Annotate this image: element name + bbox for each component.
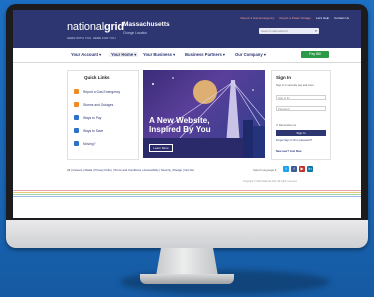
- savings-icon: [74, 128, 79, 133]
- quick-link-save[interactable]: Ways to Save: [74, 128, 103, 133]
- storm-icon: [74, 102, 79, 107]
- search-icon[interactable]: ⌕: [313, 28, 319, 34]
- copyright: Copyright © 2022 National Grid. All righ…: [243, 180, 298, 183]
- footer-stripe-red: [13, 190, 361, 191]
- sign-in-button[interactable]: Sign In: [276, 130, 326, 136]
- truck-icon: [74, 141, 79, 146]
- tagline: HERE WITH YOU. HERE FOR YOU.: [67, 36, 117, 40]
- social-icons: t f ▶ in: [283, 166, 313, 172]
- linkedin-icon[interactable]: in: [307, 166, 313, 172]
- payment-icon: [74, 115, 79, 120]
- hero-title: A New Website, Inspired By You: [149, 116, 211, 134]
- nav-business-partners[interactable]: Business Partners ▾: [185, 52, 225, 57]
- monitor-screen: nationalgrid HERE WITH YOU. HERE FOR YOU…: [13, 10, 361, 218]
- search-input[interactable]: Search nationalGrid: [259, 28, 319, 34]
- site-header: nationalgrid HERE WITH YOU. HERE FOR YOU…: [13, 10, 361, 48]
- join-now-link[interactable]: New user? Join Now: [276, 150, 301, 153]
- monitor-stand-base: [140, 274, 234, 284]
- region-title: Massachusetts: [123, 21, 170, 28]
- nav-your-account[interactable]: Your Account ▾: [71, 52, 101, 57]
- pay-bill-button[interactable]: Pay Bill: [301, 51, 329, 58]
- nav-our-company[interactable]: Our Company ▾: [235, 52, 266, 57]
- footer-stripe-blue: [13, 196, 361, 197]
- main-nav: Your Account ▾ Your Home ▾ Your Business…: [13, 48, 361, 63]
- quick-link-storms[interactable]: Storms and Outages: [74, 102, 113, 107]
- remember-me-checkbox[interactable]: ☐ Remember me: [276, 124, 296, 127]
- sign-in-panel: Sign In Sign in to securely pay and more…: [271, 70, 331, 160]
- contact-link[interactable]: Contact Us: [334, 16, 349, 20]
- site-logo[interactable]: nationalgrid: [67, 21, 124, 33]
- sign-in-description: Sign in to securely pay and more: [276, 84, 314, 87]
- footer-stripe-yellow: [13, 192, 361, 193]
- quick-link-moving[interactable]: Moving?: [74, 141, 95, 146]
- sign-in-title: Sign In: [276, 75, 291, 80]
- monitor-chin: [6, 220, 368, 248]
- footer-links[interactable]: All | Careers | Media | Privacy Policy |…: [67, 168, 194, 172]
- power-outage-link[interactable]: Report a Power Outage: [279, 16, 311, 20]
- sign-in-id-field[interactable]: Sign In ID: [276, 95, 326, 100]
- facebook-icon[interactable]: f: [291, 166, 297, 172]
- twitter-icon[interactable]: t: [283, 166, 289, 172]
- password-field[interactable]: Password: [276, 106, 326, 111]
- forgot-link[interactable]: Forgot Sign In ID or password?: [276, 139, 312, 142]
- nav-your-home[interactable]: Your Home ▾: [109, 52, 139, 57]
- learn-more-button[interactable]: Learn More: [149, 144, 173, 152]
- quick-link-pay[interactable]: Ways to Pay: [74, 115, 101, 120]
- quick-link-gas-emergency[interactable]: Report a Gas Emergency: [74, 89, 120, 94]
- flame-icon: [74, 89, 79, 94]
- utility-links: Report a Gas Emergency Report a Power Ou…: [241, 16, 349, 20]
- monitor-stand-neck: [156, 248, 218, 276]
- youtube-icon[interactable]: ▶: [299, 166, 305, 172]
- gas-emergency-link[interactable]: Report a Gas Emergency: [241, 16, 275, 20]
- hero-banner[interactable]: A New Website, Inspired By You Learn More: [143, 70, 265, 158]
- change-location-link[interactable]: Change Location: [123, 31, 147, 35]
- quick-links-panel: Quick Links Report a Gas Emergency Storm…: [67, 70, 139, 160]
- quick-links-title: Quick Links: [84, 75, 110, 80]
- footer-stripe-green: [13, 194, 361, 195]
- nav-your-business[interactable]: Your Business ▾: [143, 52, 175, 57]
- help-link[interactable]: Let's Help: [316, 16, 329, 20]
- language-select[interactable]: Select Language ▾: [253, 168, 276, 172]
